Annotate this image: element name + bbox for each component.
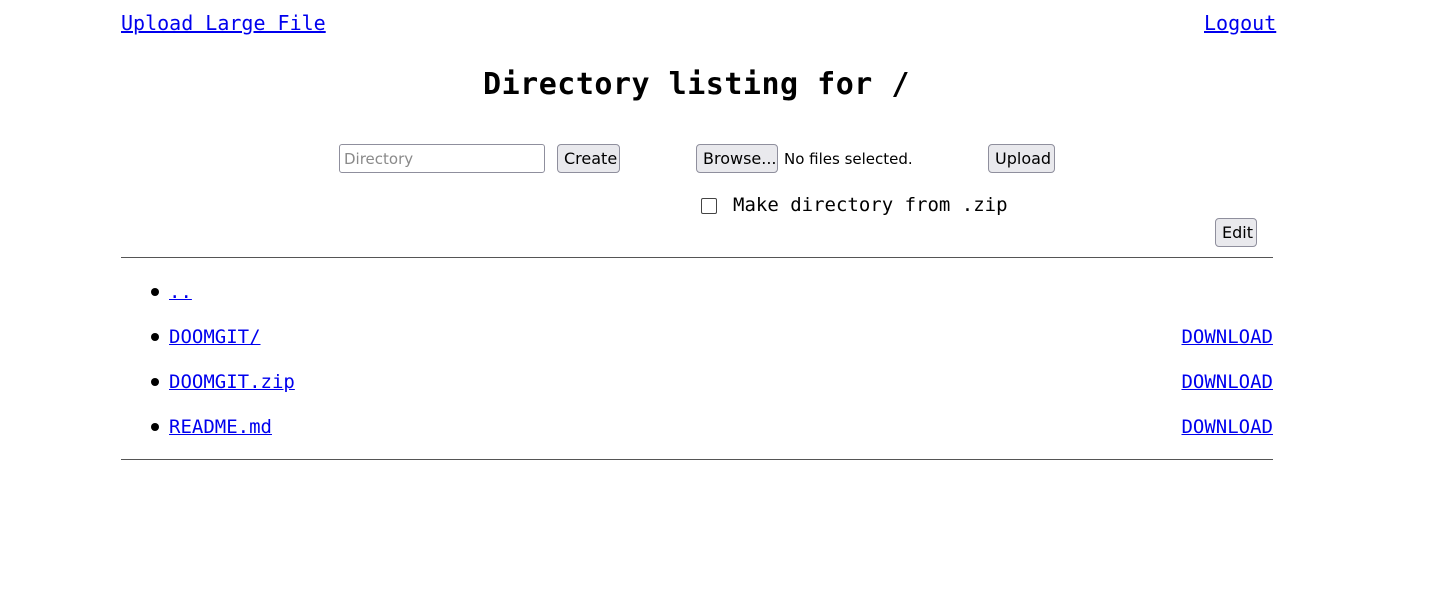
parent-directory-link[interactable]: .. (169, 280, 192, 304)
divider-top (121, 257, 1273, 258)
entry-link-doomgit-zip[interactable]: DOOMGIT.zip (169, 370, 295, 394)
file-selection-status: No files selected. (784, 150, 913, 168)
list-item: DOOMGIT.zip DOWNLOAD (121, 370, 1273, 394)
download-link[interactable]: DOWNLOAD (1181, 325, 1273, 349)
upload-button[interactable]: Upload (988, 144, 1055, 173)
list-item: DOOMGIT/ DOWNLOAD (121, 325, 1273, 349)
page-title: Directory listing for / (483, 67, 910, 102)
bullet-icon (151, 333, 159, 341)
directory-name-input[interactable] (339, 144, 545, 173)
edit-button[interactable]: Edit (1215, 218, 1257, 247)
divider-bottom (121, 459, 1273, 460)
bullet-icon (151, 288, 159, 296)
bullet-icon (151, 378, 159, 386)
browse-files-button[interactable]: Browse... (696, 144, 778, 173)
logout-link[interactable]: Logout (1204, 11, 1276, 35)
make-directory-from-zip-label: Make directory from .zip (733, 194, 1008, 216)
list-item: README.md DOWNLOAD (121, 415, 1273, 439)
list-item: .. (121, 280, 1273, 304)
bullet-icon (151, 423, 159, 431)
download-link[interactable]: DOWNLOAD (1181, 415, 1273, 439)
make-directory-from-zip-checkbox[interactable] (701, 198, 717, 214)
entry-link-readme[interactable]: README.md (169, 415, 272, 439)
upload-large-file-link[interactable]: Upload Large File (121, 11, 326, 35)
create-directory-button[interactable]: Create (557, 144, 620, 173)
download-link[interactable]: DOWNLOAD (1181, 370, 1273, 394)
entry-link-doomgit-dir[interactable]: DOOMGIT/ (169, 325, 261, 349)
